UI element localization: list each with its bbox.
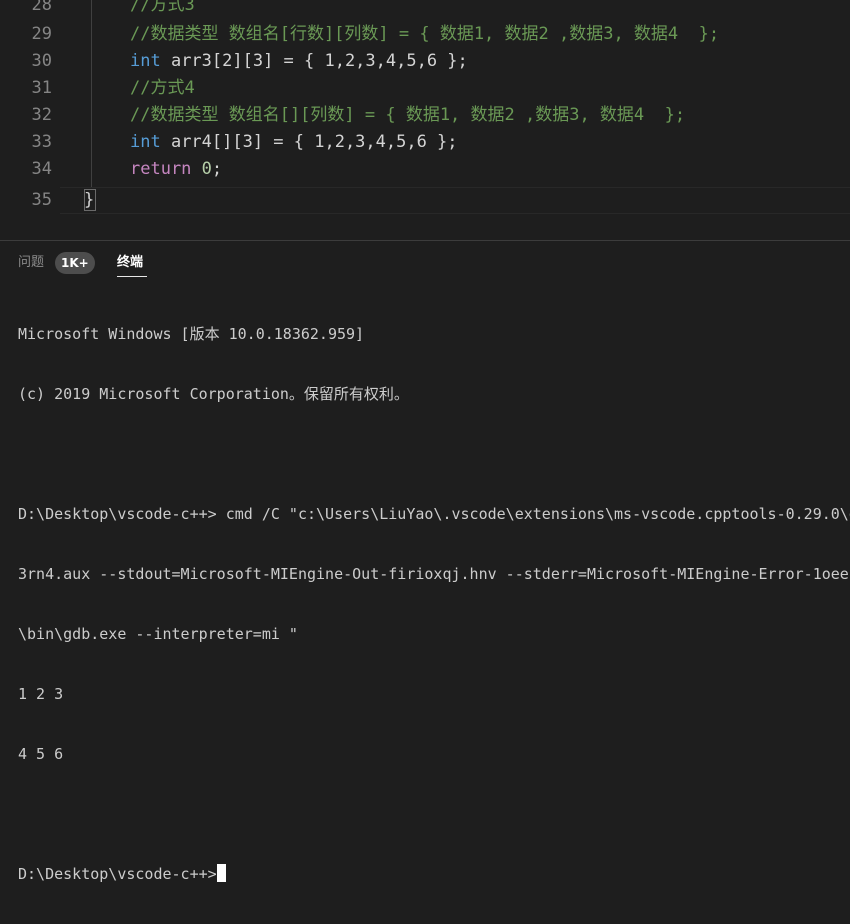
terminal-cursor	[216, 864, 226, 882]
code-line[interactable]: 33 int arr4[][3] = { 1,2,3,4,5,6 };	[0, 129, 850, 156]
code-line[interactable]: 30 int arr3[2][3] = { 1,2,3,4,5,6 };	[0, 48, 850, 75]
terminal-line: 1 2 3	[18, 685, 64, 703]
keyword-int: int	[130, 51, 161, 71]
line-number: 31	[31, 78, 52, 98]
terminal-line: D:\Desktop\vscode-c++> cmd /C "c:\Users\…	[18, 505, 850, 523]
terminal-line: \bin\gdb.exe --interpreter=mi "	[18, 625, 298, 643]
terminal-line: 4 5 6	[18, 745, 64, 763]
terminal-line: Microsoft Windows [版本 10.0.18362.959]	[18, 325, 365, 343]
line-number: 33	[31, 132, 52, 152]
keyword-return: return	[130, 159, 192, 179]
code-text: return 0;	[130, 156, 222, 183]
code-comment: //方式3	[130, 0, 195, 15]
code-statement: arr4[][3] = { 1,2,3,4,5,6 };	[160, 132, 458, 152]
code-editor[interactable]: 28 //方式3 29 //数据类型 数组名[行数][列数] = { 数据1, …	[0, 0, 850, 216]
terminal-output[interactable]: Microsoft Windows [版本 10.0.18362.959] (c…	[18, 284, 850, 924]
semicolon: ;	[211, 159, 223, 179]
bottom-panel: 问题 1K+ 终端 Microsoft Windows [版本 10.0.183…	[0, 241, 850, 883]
line-number: 32	[31, 105, 52, 125]
code-comment: //数据类型 数组名[行数][列数] = { 数据1, 数据2 ,数据3, 数据…	[130, 24, 720, 44]
code-line[interactable]: 29 //数据类型 数组名[行数][列数] = { 数据1, 数据2 ,数据3,…	[0, 21, 850, 48]
code-statement: arr3[2][3] = { 1,2,3,4,5,6 };	[160, 51, 468, 71]
closing-brace: }	[84, 190, 95, 210]
code-text: int arr3[2][3] = { 1,2,3,4,5,6 };	[130, 48, 468, 75]
line-number: 34	[31, 159, 52, 179]
tab-problems[interactable]: 问题	[18, 253, 44, 273]
line-number: 35	[31, 190, 52, 210]
tab-terminal[interactable]: 终端	[117, 253, 143, 273]
line-number: 30	[31, 51, 52, 71]
code-line[interactable]: 28 //方式3	[0, 0, 850, 19]
active-tab-indicator	[117, 276, 147, 277]
problems-count-badge: 1K+	[55, 252, 95, 274]
return-value: 0	[191, 159, 212, 179]
code-line[interactable]: 34 return 0;	[0, 156, 850, 183]
code-comment: //数据类型 数组名[][列数] = { 数据1, 数据2 ,数据3, 数据4 …	[130, 105, 686, 125]
keyword-int: int	[130, 132, 161, 152]
terminal-line: (c) 2019 Microsoft Corporation。保留所有权利。	[18, 385, 409, 403]
line-number: 29	[31, 24, 52, 44]
terminal-prompt: D:\Desktop\vscode-c++>	[18, 865, 217, 883]
code-line[interactable]: 32 //数据类型 数组名[][列数] = { 数据1, 数据2 ,数据3, 数…	[0, 102, 850, 129]
terminal-line: 3rn4.aux --stdout=Microsoft-MIEngine-Out…	[18, 565, 850, 583]
code-text: int arr4[][3] = { 1,2,3,4,5,6 };	[130, 129, 458, 156]
code-comment: //方式4	[130, 78, 195, 98]
code-line[interactable]: 31 //方式4	[0, 75, 850, 102]
terminal-prompt-line[interactable]: D:\Desktop\vscode-c++>	[18, 864, 850, 884]
panel-tabs: 问题 1K+ 终端	[0, 241, 850, 281]
code-line[interactable]: 35	[0, 187, 850, 214]
line-number: 28	[31, 0, 52, 15]
